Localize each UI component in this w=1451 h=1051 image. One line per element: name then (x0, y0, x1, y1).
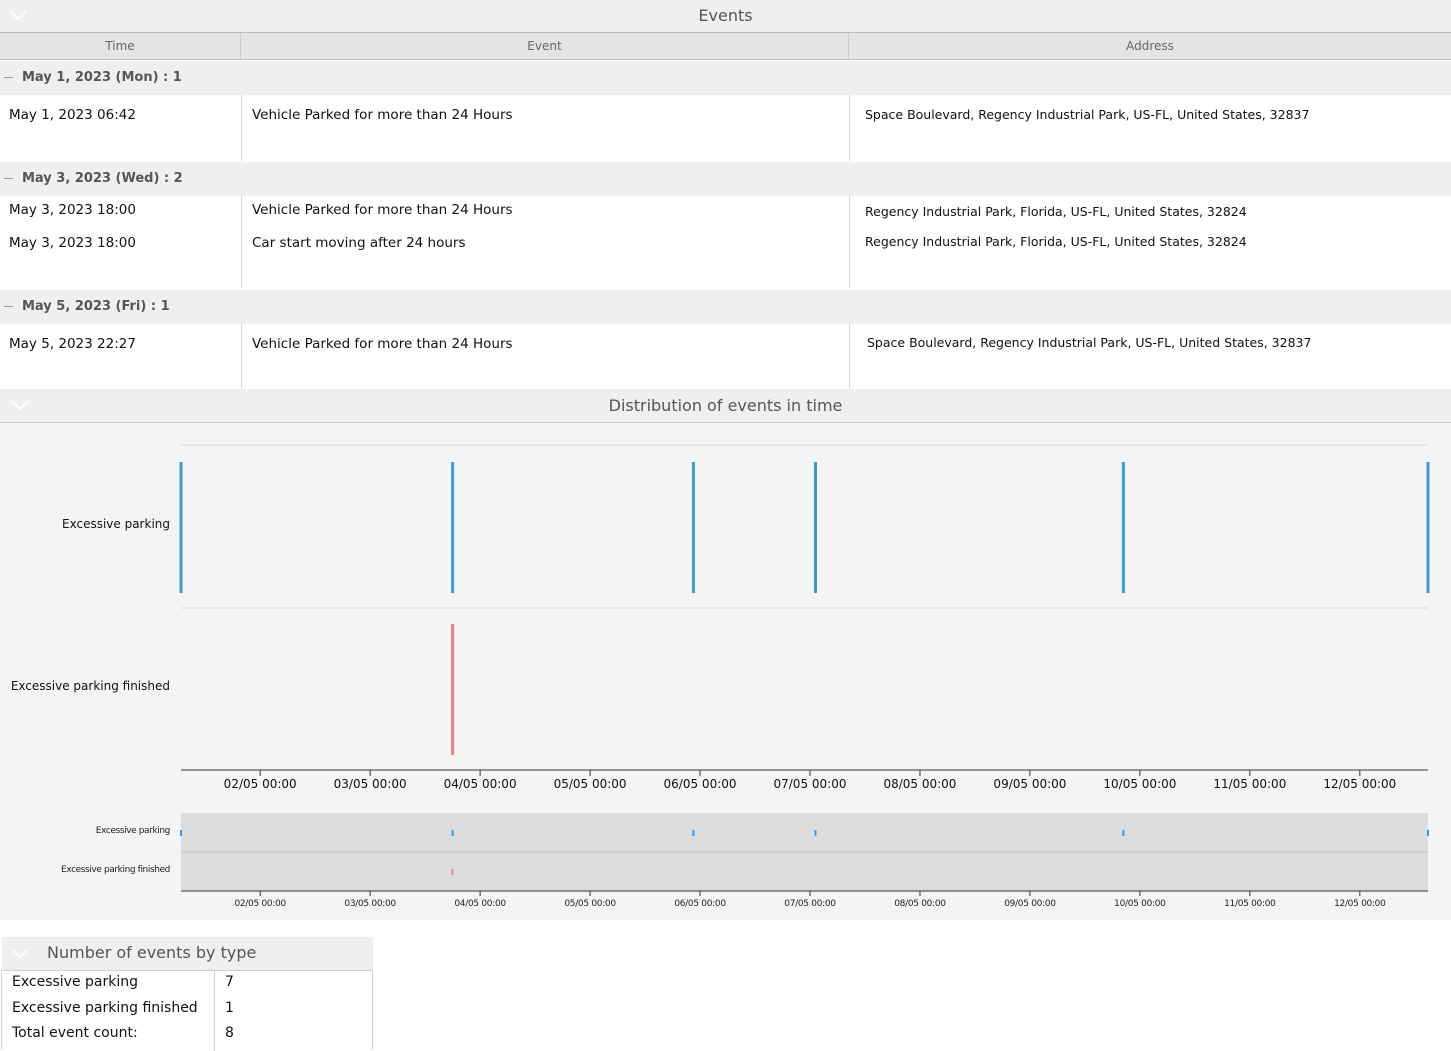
overview-x-tick-label: 07/05 00:00 (784, 899, 836, 909)
event-address: Space Boulevard, Regency Industrial Park… (865, 107, 1310, 122)
event-address: Regency Industrial Park, Florida, US-FL,… (865, 234, 1247, 249)
overview-x-tick-label: 12/05 00:00 (1334, 899, 1386, 909)
overview-x-tick-label: 10/05 00:00 (1114, 899, 1166, 909)
event-time: May 3, 2023 18:00 (9, 202, 136, 218)
overview-x-tick-label: 11/05 00:00 (1224, 899, 1276, 909)
x-tick-label: 12/05 00:00 (1323, 777, 1397, 791)
chevron-down-icon[interactable] (9, 3, 27, 21)
overview-x-tick-label: 09/05 00:00 (1004, 899, 1056, 909)
distribution-title: Distribution of events in time (608, 396, 843, 415)
timeline-svg[interactable] (0, 423, 1451, 920)
event-address: Regency Industrial Park, Florida, US-FL,… (865, 204, 1247, 219)
group-row[interactable]: May 1, 2023 (Mon) : 1 (0, 61, 1451, 95)
event-time: May 5, 2023 22:27 (9, 336, 136, 352)
x-tick-label: 02/05 00:00 (223, 777, 297, 791)
collapse-icon[interactable] (4, 178, 13, 179)
x-tick-label: 06/05 00:00 (663, 777, 737, 791)
collapse-icon[interactable] (4, 77, 13, 78)
event-name: Vehicle Parked for more than 24 Hours (252, 107, 513, 123)
x-tick-label: 03/05 00:00 (333, 777, 407, 791)
overview-x-tick-label: 06/05 00:00 (674, 899, 726, 909)
chevron-down-icon[interactable] (11, 941, 29, 959)
x-tick-label: 07/05 00:00 (773, 777, 847, 791)
counts-title: Number of events by type (47, 943, 257, 962)
x-tick-label: 08/05 00:00 (883, 777, 957, 791)
events-title: Events (698, 6, 753, 25)
count-label: Total event count: (12, 1025, 138, 1041)
column-header-time[interactable]: Time (0, 33, 241, 59)
table-row[interactable]: May 1, 2023 06:42 Vehicle Parked for mor… (0, 95, 1451, 161)
event-name: Car start moving after 24 hours (252, 235, 466, 251)
group-row[interactable]: May 3, 2023 (Wed) : 2 (0, 162, 1451, 196)
overview-x-tick-label: 03/05 00:00 (344, 899, 396, 909)
event-name: Vehicle Parked for more than 24 Hours (252, 336, 513, 352)
group-row[interactable]: May 5, 2023 (Fri) : 1 (0, 290, 1451, 324)
group-label: May 5, 2023 (Fri) : 1 (22, 299, 170, 314)
count-row: Excessive parking 7 (4, 974, 374, 999)
count-label: Excessive parking (12, 974, 138, 990)
collapse-icon[interactable] (4, 306, 13, 307)
x-tick-label: 10/05 00:00 (1103, 777, 1177, 791)
count-value: 7 (225, 974, 234, 990)
event-name: Vehicle Parked for more than 24 Hours (252, 202, 513, 218)
count-row: Excessive parking finished 1 (4, 1000, 374, 1025)
overview-x-tick-label: 02/05 00:00 (234, 899, 286, 909)
overview-x-tick-label: 04/05 00:00 (454, 899, 506, 909)
chevron-down-icon[interactable] (11, 393, 29, 411)
table-row[interactable]: May 5, 2023 22:27 Vehicle Parked for mor… (0, 324, 1451, 388)
overview-x-tick-label: 05/05 00:00 (564, 899, 616, 909)
count-label: Excessive parking finished (12, 1000, 198, 1016)
column-header-address[interactable]: Address (849, 33, 1451, 59)
x-tick-label: 09/05 00:00 (993, 777, 1067, 791)
count-value: 1 (225, 1000, 234, 1016)
distribution-chart: Excessive parking Excessive parking fini… (0, 423, 1451, 920)
group-label: May 1, 2023 (Mon) : 1 (22, 70, 182, 85)
x-tick-label: 11/05 00:00 (1213, 777, 1287, 791)
counts-table: Excessive parking 7 Excessive parking fi… (1, 970, 374, 1051)
event-time: May 1, 2023 06:42 (9, 107, 136, 123)
count-row: Total event count: 8 (4, 1025, 374, 1050)
counts-section-header[interactable]: Number of events by type (2, 937, 373, 970)
x-tick-label: 04/05 00:00 (443, 777, 517, 791)
event-address: Space Boulevard, Regency Industrial Park… (867, 335, 1312, 350)
events-section-header[interactable]: Events (0, 0, 1451, 32)
count-value: 8 (225, 1025, 234, 1041)
distribution-section-header[interactable]: Distribution of events in time (0, 389, 1451, 422)
group-label: May 3, 2023 (Wed) : 2 (22, 171, 183, 186)
table-row-group[interactable]: May 3, 2023 18:00 Vehicle Parked for mor… (0, 196, 1451, 288)
event-time: May 3, 2023 18:00 (9, 235, 136, 251)
x-tick-label: 05/05 00:00 (553, 777, 627, 791)
column-header-event[interactable]: Event (241, 33, 849, 59)
overview-x-tick-label: 08/05 00:00 (894, 899, 946, 909)
